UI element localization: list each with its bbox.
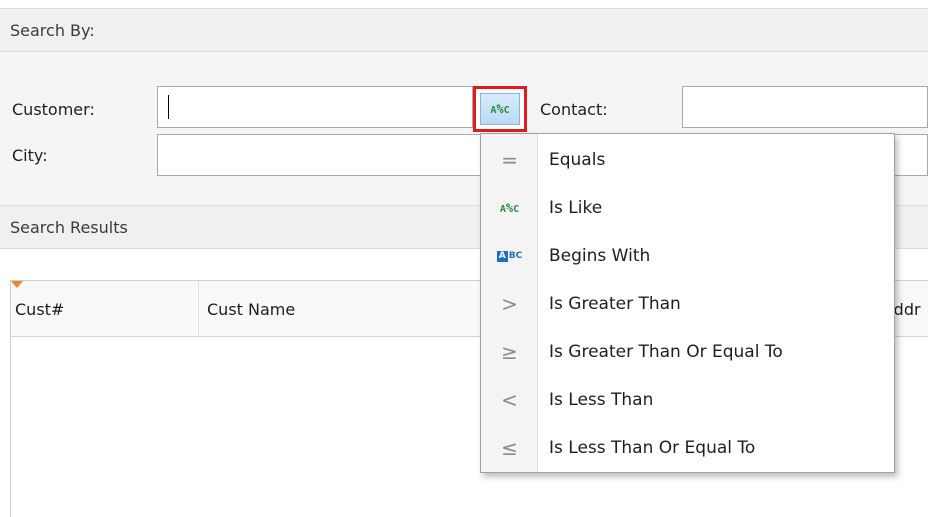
is-like-icon: A%C (480, 93, 520, 125)
column-header-label: Cust# (15, 299, 65, 319)
sort-indicator-icon (11, 281, 23, 288)
less-than-icon: < (501, 388, 518, 412)
greater-equal-icon: ≥ (501, 340, 518, 364)
menu-item-is-greater-or-equal[interactable]: ≥ Is Greater Than Or Equal To (481, 328, 894, 376)
customer-search-form: Search By: Customer: A%C Contact: City: … (0, 0, 928, 517)
operator-dropdown-menu: = Equals A%C Is Like A BC Begins With > I… (480, 133, 895, 473)
equals-icon: = (501, 148, 518, 172)
is-like-icon: A%C (499, 201, 520, 215)
menu-item-begins-with[interactable]: A BC Begins With (481, 232, 894, 280)
greater-than-icon: > (501, 292, 518, 316)
column-header-label: Cust Name (207, 299, 296, 319)
search-results-title: Search Results (10, 217, 128, 237)
menu-item-is-greater-than[interactable]: > Is Greater Than (481, 280, 894, 328)
menu-item-label: Is Greater Than Or Equal To (549, 342, 783, 362)
menu-item-label: Is Less Than (549, 390, 654, 410)
begins-with-icon: A BC (496, 250, 523, 262)
contact-input[interactable] (682, 86, 928, 128)
column-header-cust-number[interactable]: Cust# (11, 281, 199, 337)
customer-label: Customer: (12, 100, 95, 119)
operator-button[interactable]: A%C (473, 86, 527, 132)
menu-item-label: Is Greater Than (549, 294, 681, 314)
menu-item-label: Equals (549, 150, 606, 170)
menu-item-is-like[interactable]: A%C Is Like (481, 184, 894, 232)
contact-label: Contact: (540, 100, 608, 119)
menu-item-label: Is Like (549, 198, 603, 218)
search-by-header: Search By: (0, 8, 928, 52)
menu-item-label: Is Less Than Or Equal To (549, 438, 756, 458)
city-label: City: (12, 146, 48, 165)
search-by-title: Search By: (10, 20, 95, 40)
text-caret (168, 95, 169, 119)
menu-item-equals[interactable]: = Equals (481, 136, 894, 184)
less-equal-icon: ≤ (501, 436, 518, 460)
menu-item-is-less-or-equal[interactable]: ≤ Is Less Than Or Equal To (481, 424, 894, 472)
menu-item-label: Begins With (549, 246, 651, 266)
customer-input[interactable] (157, 86, 473, 128)
menu-item-is-less-than[interactable]: < Is Less Than (481, 376, 894, 424)
